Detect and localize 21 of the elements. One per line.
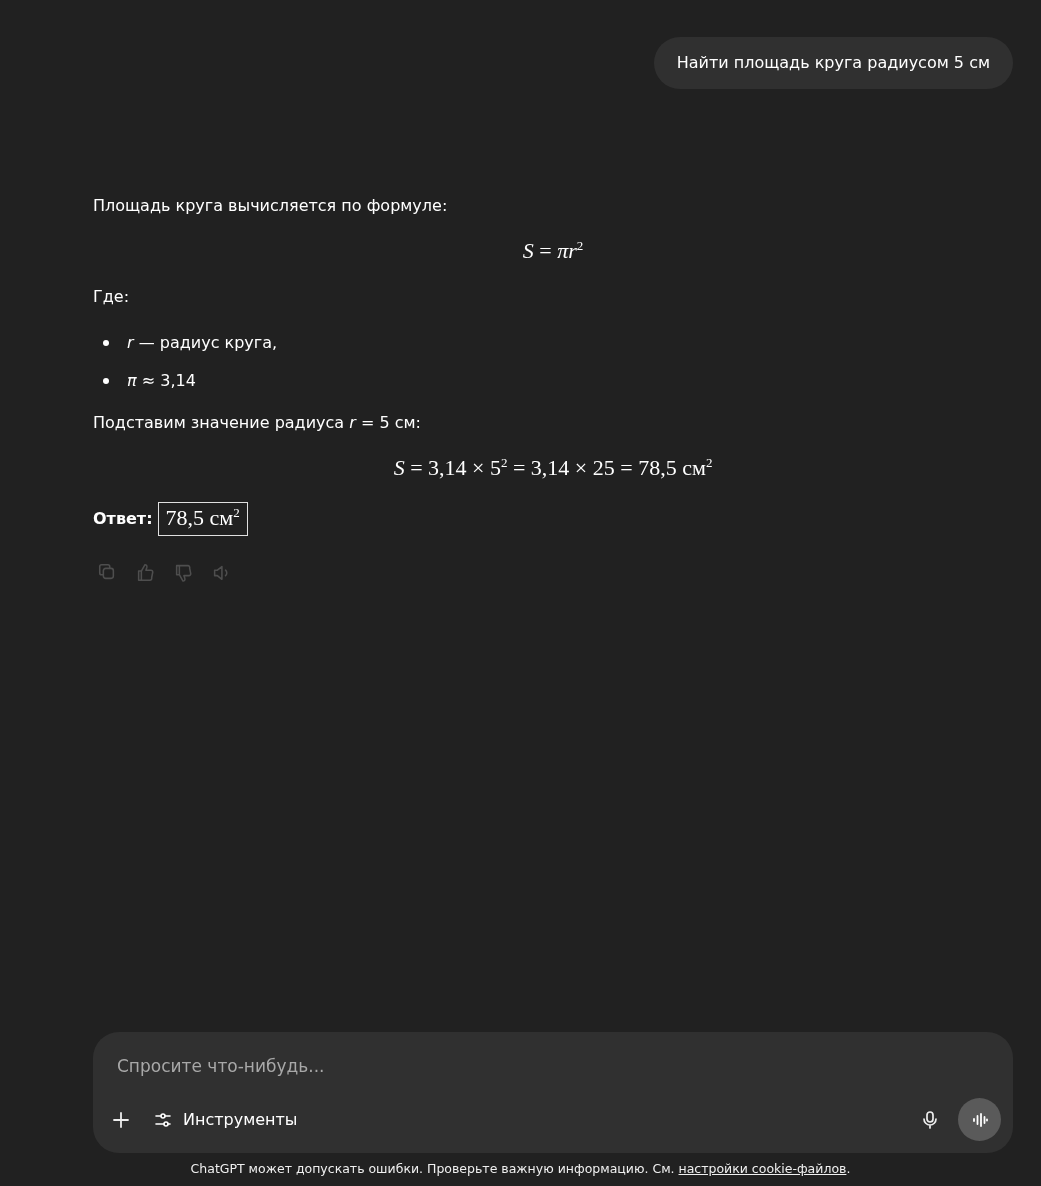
disclaimer-text: ChatGPT может допускать ошибки. Проверьте важную информацию. См. настройки cookie-файлов. xyxy=(190,1161,851,1176)
plus-icon xyxy=(111,1109,131,1130)
copy-icon xyxy=(97,562,117,582)
thumbs-up-icon xyxy=(135,562,155,582)
thumbs-down-icon xyxy=(173,562,193,582)
user-message: Найти площадь круга радиусом 5 см xyxy=(653,37,1013,89)
response-paragraph: Где: xyxy=(93,286,131,309)
response-paragraph: Подставим значение радиуса r = 5 см: xyxy=(93,412,422,435)
microphone-icon xyxy=(920,1109,940,1130)
answer-value: 78,5 см$^{2}$ xyxy=(157,501,248,536)
answer-label: Ответ: xyxy=(93,509,153,529)
message-input[interactable]: Спросите что-нибудь... xyxy=(117,1052,1001,1080)
tools-button[interactable]: Инструменты xyxy=(149,1103,302,1136)
voice-mode-button[interactable] xyxy=(958,1098,1001,1141)
list-item-text: π ≈ 3,14 xyxy=(127,370,196,393)
math-formula: S = πr$^{2}$ xyxy=(522,237,584,266)
math-formula: S = 3,14 × 5$^{2}$ = 3,14 × 25 = 78,5 см$^{2}$ xyxy=(393,454,713,483)
response-paragraph: Площадь круга вычисляется по формуле: xyxy=(93,195,449,217)
bullet-icon xyxy=(103,378,109,385)
bullet-icon xyxy=(103,340,109,347)
list-item-text: r — радиус круга, xyxy=(127,332,278,355)
